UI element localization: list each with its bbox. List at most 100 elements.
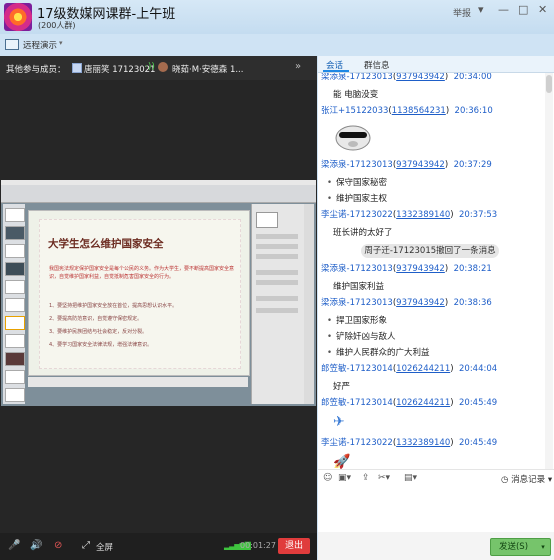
member-avatar-icon	[72, 63, 82, 73]
minimize-icon[interactable]: —	[498, 3, 509, 16]
message-history-button[interactable]: ◷ 消息记录 ▾	[501, 473, 552, 485]
slide-thumbnail	[5, 226, 25, 240]
send-options-icon[interactable]: ▾	[536, 538, 551, 556]
system-notice: 周子迁-17123015撤回了一条消息	[361, 244, 499, 258]
sender-id-link[interactable]: 937943942	[396, 73, 445, 82]
chevron-down-icon[interactable]: ▾	[59, 39, 63, 47]
scrollbar	[304, 204, 314, 404]
more-tools-icon[interactable]: ▤▾	[404, 473, 417, 483]
camera-off-icon[interactable]: ⊘	[54, 540, 62, 551]
message-time: 20:45:49	[459, 398, 498, 408]
active-tab-indicator	[323, 70, 349, 72]
member-name[interactable]: 晓茹·M·安德森 1...	[172, 63, 243, 75]
emoji-icon[interactable]: ☺	[323, 473, 332, 483]
group-avatar[interactable]	[4, 3, 32, 31]
message-header: 郎笠敏-17123014(1026244211) 20:44:04	[321, 362, 497, 374]
slide-point: 2、要提高防范意识，自觉遵守保密规定。	[49, 316, 143, 322]
remote-demo-icon[interactable]	[5, 39, 19, 50]
bullet-icon: •	[327, 178, 333, 188]
presentation-toolbar	[1, 185, 316, 203]
message-time: 20:45:49	[459, 438, 498, 448]
sender-name[interactable]: 李尘诺-17123022	[321, 210, 393, 220]
slide-point: 1、要坚持把维护国家安全放在首位，提高思想认识水平。	[49, 303, 178, 309]
fullscreen-icon[interactable]: ⤢	[82, 540, 90, 551]
message-text: • 保守国家秘密	[327, 176, 387, 188]
bullet-icon: •	[327, 194, 333, 204]
sender-name[interactable]: 梁添泉-17123013	[321, 298, 393, 308]
sticker-image[interactable]	[333, 122, 373, 152]
sender-id-link[interactable]: 1332389140	[396, 438, 450, 448]
property-row	[256, 244, 298, 249]
report-link[interactable]: 举报	[453, 6, 471, 19]
clock-icon: ◷	[501, 475, 509, 485]
message-time: 20:38:36	[453, 298, 492, 308]
uid-close: )	[444, 298, 449, 308]
sticker-image[interactable]: ✈	[333, 414, 345, 430]
message-time: 20:37:53	[459, 210, 498, 220]
message-text: • 捍卫国家形象	[327, 314, 387, 326]
message-text: 好严	[333, 382, 351, 392]
maximize-icon[interactable]: □	[518, 3, 528, 16]
composer-toolbar: ☺ ▣▾ ⇪ ✂▾ ▤▾ ◷ 消息记录 ▾	[318, 469, 554, 487]
message-text: • 铲除奸凶与敌人	[327, 330, 396, 342]
remote-demo-button[interactable]: 远程演示	[23, 39, 57, 51]
sender-id-link[interactable]: 937943942	[396, 160, 445, 170]
slide-title: 大学生怎么维护国家安全	[48, 238, 164, 250]
sticker-image[interactable]: 🚀	[333, 454, 350, 470]
uid-close: )	[450, 364, 454, 374]
message-time: 20:36:10	[454, 106, 493, 116]
scroll-thumb[interactable]	[546, 75, 552, 93]
fullscreen-button[interactable]: 全屏	[96, 541, 113, 553]
upload-icon[interactable]: ⇪	[362, 473, 370, 483]
sender-name[interactable]: 张江+15122033	[321, 106, 388, 116]
slide-thumbnail	[5, 262, 25, 276]
sender-name[interactable]: 郎笠敏-17123014	[321, 364, 393, 374]
message-header: 梁添泉-17123013(937943942) 20:38:36	[321, 296, 492, 308]
message-header: 李尘诺-17123022(1332389140) 20:37:53	[321, 208, 497, 220]
property-row	[256, 296, 298, 301]
exit-button[interactable]: 退出	[278, 538, 310, 554]
sender-id-link[interactable]: 1026244211	[396, 398, 450, 408]
image-icon[interactable]: ▣▾	[338, 473, 351, 483]
tab-group-info[interactable]: 群信息	[364, 59, 390, 71]
members-label: 其他参与成员：	[6, 65, 66, 75]
sender-name[interactable]: 梁添泉-17123013	[321, 73, 393, 82]
message-input[interactable]	[318, 487, 554, 532]
sender-name[interactable]: 李尘诺-17123022	[321, 438, 393, 448]
menu-dropdown-icon[interactable]: ▾	[478, 3, 484, 16]
sender-id-link[interactable]: 1138564231	[392, 106, 446, 116]
sender-id-link[interactable]: 937943942	[396, 264, 445, 274]
message-text-content: 维护人民群众的广大利益	[336, 348, 430, 358]
slide-thumbnail	[5, 298, 25, 312]
screenshot-icon[interactable]: ✂▾	[378, 473, 390, 483]
message-time: 20:44:04	[459, 364, 498, 374]
chat-scrollbar[interactable]	[545, 73, 553, 473]
properties-panel	[251, 204, 304, 404]
close-icon[interactable]: ✕	[538, 3, 547, 16]
more-members-icon[interactable]: »	[295, 61, 301, 72]
chat-panel: 会话 群信息 梁添泉-17123013(937943942) 20:34:00 能…	[318, 56, 554, 560]
sender-name[interactable]: 梁添泉-17123013	[321, 160, 393, 170]
message-time: 20:34:00	[453, 73, 492, 82]
slide-canvas: 大学生怎么维护国家安全 我国宪法规定保护国家安全是每个公民的义务。作为大学生，要…	[28, 210, 250, 376]
members-bar: 其他参与成员： 唐丽笑 17123021 ·)) 晓茹·M·安德森 1... »	[0, 56, 317, 80]
group-toolbar: 远程演示 ▾	[0, 34, 554, 54]
message-text: 班长讲的太好了	[333, 228, 393, 238]
sender-name[interactable]: 梁添泉-17123013	[321, 264, 393, 274]
sender-id-link[interactable]: 1332389140	[396, 210, 450, 220]
send-button[interactable]: 发送(S)	[490, 538, 537, 556]
message-text: • 维护人民群众的广大利益	[327, 346, 430, 358]
member-avatar	[158, 62, 168, 72]
message-text-content: 铲除奸凶与敌人	[336, 332, 396, 342]
property-row	[256, 308, 298, 313]
slide-point: 3、要维护民族团结与社会稳定，反对分裂。	[49, 329, 148, 335]
sender-id-link[interactable]: 1026244211	[396, 364, 450, 374]
uid-close: )	[450, 438, 454, 448]
notes-pane	[28, 377, 248, 387]
mic-muted-icon[interactable]: 🎤	[8, 540, 20, 551]
uid-close: )	[445, 106, 450, 116]
sender-name[interactable]: 郎笠敏-17123014	[321, 398, 393, 408]
slide-subtitle: 我国宪法规定保护国家安全是每个公民的义务。作为大学生，要不断提高国家安全意识，自…	[49, 266, 235, 280]
speaker-icon[interactable]: 🔊	[30, 540, 42, 551]
sender-id-link[interactable]: 937943942	[396, 298, 445, 308]
